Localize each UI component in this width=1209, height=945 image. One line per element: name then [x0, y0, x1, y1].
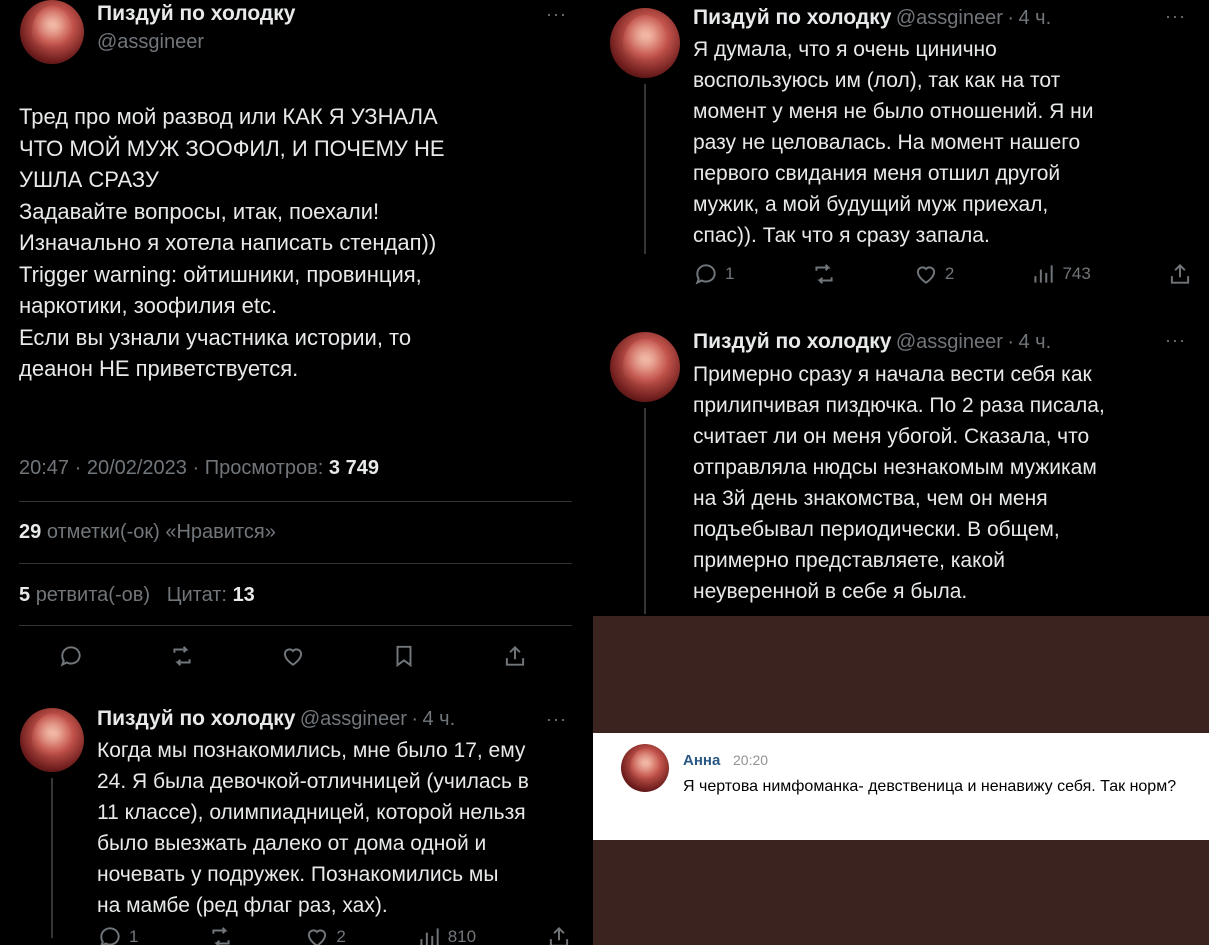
thread-line — [51, 778, 53, 938]
share-icon — [1170, 263, 1190, 284]
bookmark-button[interactable] — [391, 643, 417, 669]
divider — [19, 501, 572, 502]
tweet-timestamp: 20:47 · 20/02/2023 · Просмотров: — [19, 457, 324, 479]
like-count: 2 — [336, 927, 346, 945]
reply-tweet-panel: Пиздуй по холодку @assgineer · 4 ч. ··· … — [0, 692, 590, 945]
views-bar-chart-icon — [420, 928, 439, 945]
reply-tweet-panel: Пиздуй по холодку @assgineer · 4 ч. ··· … — [593, 0, 1209, 318]
like-count: 2 — [944, 264, 955, 283]
reply-button[interactable]: 1 — [97, 924, 138, 945]
author-name[interactable]: Пиздуй по холодку — [97, 2, 295, 26]
main-tweet-actions — [58, 643, 528, 669]
author-avatar[interactable] — [610, 332, 680, 402]
reply-icon — [60, 646, 81, 667]
views-count: 810 — [447, 927, 477, 945]
views-button[interactable]: 810 — [416, 924, 476, 945]
author-avatar[interactable] — [610, 8, 680, 78]
reply-button[interactable]: 1 — [693, 261, 734, 287]
retweet-icon — [815, 264, 833, 284]
reply-header: Пиздуй по холодку @assgineer · 4 ч. — [97, 707, 455, 731]
bookmark-icon — [396, 645, 412, 668]
commenter-name[interactable]: Анна — [683, 752, 720, 769]
quotes-count: 13 — [232, 584, 255, 606]
likes-stat[interactable]: 29 отметки(-ок) «Нравится» — [19, 521, 276, 544]
more-options-icon[interactable]: ··· — [546, 709, 567, 730]
views-count: 3 749 — [328, 457, 379, 479]
share-icon — [505, 645, 525, 666]
share-button[interactable] — [546, 924, 572, 945]
reply-text: Примерно сразу я начала вести себя как п… — [693, 363, 1105, 603]
tweet-timestamp-views: 20:47 · 20/02/2023 · Просмотров: 3 749 — [19, 457, 379, 480]
divider — [19, 563, 572, 564]
heart-icon — [308, 929, 327, 945]
author-name[interactable]: Пиздуй по холодку — [693, 6, 891, 29]
tweet-time[interactable]: 4 ч. — [1018, 7, 1051, 29]
reply-icon — [100, 927, 120, 945]
retweet-button[interactable] — [169, 643, 195, 669]
share-button[interactable] — [1167, 261, 1193, 287]
comment-text: Я чертова нимфоманка- девственица и нена… — [683, 778, 1177, 795]
divider — [19, 625, 572, 626]
tweet-time[interactable]: 4 ч. — [422, 708, 455, 730]
separator: · — [1007, 331, 1015, 353]
share-icon — [549, 926, 569, 945]
vk-comment-panel: Анна 20:20 Я чертова нимфоманка- девстве… — [593, 616, 1209, 945]
thread-line — [644, 408, 646, 614]
heart-icon — [283, 648, 303, 666]
more-options-icon[interactable]: ··· — [1165, 330, 1186, 351]
author-handle[interactable]: @assgineer — [97, 31, 204, 54]
author-name[interactable]: Пиздуй по холодку — [693, 330, 891, 353]
vk-comment: Анна 20:20 Я чертова нимфоманка- девстве… — [593, 733, 1209, 840]
author-name[interactable]: Пиздуй по холодку — [97, 707, 295, 730]
retweets-quotes-stat[interactable]: 5 ретвита(-ов) Цитат: 13 — [19, 584, 255, 607]
retweet-button[interactable] — [208, 924, 234, 945]
author-avatar[interactable] — [20, 0, 84, 64]
comment-time[interactable]: 20:20 — [733, 752, 768, 768]
reply-count: 1 — [129, 927, 139, 945]
reply-text: Я думала, что я очень цинично воспользую… — [693, 38, 1094, 247]
likes-count: 29 — [19, 521, 42, 543]
retweets-label: ретвита(-ов) — [35, 584, 151, 606]
reply-icon — [695, 264, 716, 285]
views-button[interactable]: 743 — [1030, 261, 1091, 287]
retweets-count: 5 — [19, 584, 31, 606]
retweet-icon — [173, 646, 191, 666]
like-button[interactable] — [280, 643, 306, 669]
heart-icon — [916, 266, 935, 284]
retweet-icon — [212, 927, 230, 945]
author-handle[interactable]: @assgineer — [896, 331, 1003, 353]
like-button[interactable]: 2 — [304, 924, 346, 945]
likes-label: отметки(-ок) «Нравится» — [46, 521, 276, 543]
reply-count: 1 — [725, 264, 735, 283]
like-button[interactable]: 2 — [913, 261, 954, 287]
reply-actions: 1 2 743 — [693, 261, 1193, 287]
reply-header: Пиздуй по холодку @assgineer · 4 ч. — [693, 6, 1051, 30]
share-button[interactable] — [502, 643, 528, 669]
separator: · — [411, 708, 419, 730]
author-avatar[interactable] — [20, 708, 84, 772]
author-handle[interactable]: @assgineer — [896, 7, 1003, 29]
tweet-time[interactable]: 4 ч. — [1018, 331, 1051, 353]
reply-header: Пиздуй по холодку @assgineer · 4 ч. — [693, 330, 1051, 354]
more-options-icon[interactable]: ··· — [546, 4, 567, 25]
views-count: 743 — [1062, 264, 1091, 283]
quotes-label: Цитат: — [166, 584, 227, 606]
more-options-icon[interactable]: ··· — [1165, 6, 1186, 27]
thread-line — [644, 84, 646, 254]
main-tweet-panel: Пиздуй по холодку @assgineer ··· Тред пр… — [0, 0, 590, 690]
views-bar-chart-icon — [1034, 265, 1054, 283]
separator: · — [1007, 7, 1015, 29]
author-handle[interactable]: @assgineer — [300, 708, 407, 730]
main-tweet-text: Тред про мой развод или КАК Я УЗНАЛА ЧТО… — [19, 104, 445, 381]
reply-tweet-panel: Пиздуй по холодку @assgineer · 4 ч. ··· … — [593, 318, 1209, 614]
reply-button[interactable] — [58, 643, 84, 669]
reply-actions: 1 2 810 — [97, 924, 572, 945]
retweet-button[interactable] — [811, 261, 837, 287]
commenter-avatar[interactable] — [621, 744, 669, 792]
reply-text: Когда мы познакомились, мне было 17, ему… — [97, 739, 529, 917]
